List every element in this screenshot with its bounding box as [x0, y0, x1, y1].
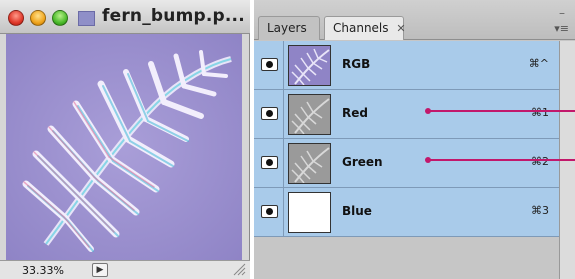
channel-name: Blue	[342, 204, 372, 218]
visibility-toggle[interactable]	[254, 139, 284, 187]
channel-name: Green	[342, 155, 383, 169]
channel-row-green[interactable]: Green ⌘2	[254, 139, 559, 188]
visibility-toggle[interactable]	[254, 188, 284, 236]
panel-minimize-icon[interactable]: –	[559, 6, 565, 20]
document-window: fern_bump.p... 33.33% ▶	[0, 0, 250, 279]
panel-tabbar: Layers Channels ✕ – ▾≡	[254, 0, 575, 40]
tab-close-icon[interactable]: ✕	[396, 18, 405, 40]
zoom-level-field[interactable]: 33.33%	[22, 264, 64, 277]
eye-icon	[261, 107, 278, 120]
visibility-toggle[interactable]	[254, 41, 284, 89]
eye-icon	[261, 156, 278, 169]
channel-shortcut: ⌘1	[531, 106, 549, 119]
document-title: fern_bump.p...	[102, 6, 245, 26]
zoom-window-icon[interactable]	[52, 10, 68, 26]
tab-channels-label: Channels	[333, 21, 389, 35]
channel-thumbnail-rgb	[288, 45, 331, 86]
channel-name: RGB	[342, 57, 371, 71]
channel-thumbnail-blue	[288, 192, 331, 233]
channel-row-rgb[interactable]: RGB ⌘^	[254, 41, 559, 90]
channel-name: Red	[342, 106, 368, 120]
visibility-toggle[interactable]	[254, 90, 284, 138]
status-menu-icon[interactable]: ▶	[92, 263, 108, 277]
channel-row-red[interactable]: Red ⌘1	[254, 90, 559, 139]
channel-list: RGB ⌘^ Red ⌘1 Green ⌘2 Blue ⌘3	[254, 41, 559, 237]
document-proxy-icon[interactable]	[78, 11, 95, 26]
channel-thumbnail-green	[288, 143, 331, 184]
tab-layers[interactable]: Layers	[258, 16, 320, 40]
channel-shortcut: ⌘2	[531, 155, 549, 168]
channel-thumbnail-red	[288, 94, 331, 135]
document-statusbar: 33.33% ▶	[0, 260, 250, 279]
fern-bump-image	[6, 34, 242, 260]
tab-layers-label: Layers	[267, 21, 307, 35]
resize-grip-icon[interactable]	[232, 262, 246, 276]
close-window-icon[interactable]	[8, 10, 24, 26]
minimize-window-icon[interactable]	[30, 10, 46, 26]
image-canvas[interactable]	[6, 34, 242, 260]
panel-menu-icon[interactable]: ▾≡	[554, 22, 569, 35]
channels-panel: Layers Channels ✕ – ▾≡ RGB ⌘^ Red ⌘1 Gre…	[254, 0, 575, 279]
channel-row-blue[interactable]: Blue ⌘3	[254, 188, 559, 237]
eye-icon	[261, 58, 278, 71]
callout-line-green	[430, 159, 575, 161]
channel-shortcut: ⌘3	[531, 204, 549, 217]
channel-shortcut: ⌘^	[528, 57, 549, 70]
eye-icon	[261, 205, 278, 218]
callout-line-red	[430, 110, 575, 112]
document-titlebar[interactable]: fern_bump.p...	[0, 0, 250, 34]
tab-channels[interactable]: Channels ✕	[324, 16, 406, 40]
